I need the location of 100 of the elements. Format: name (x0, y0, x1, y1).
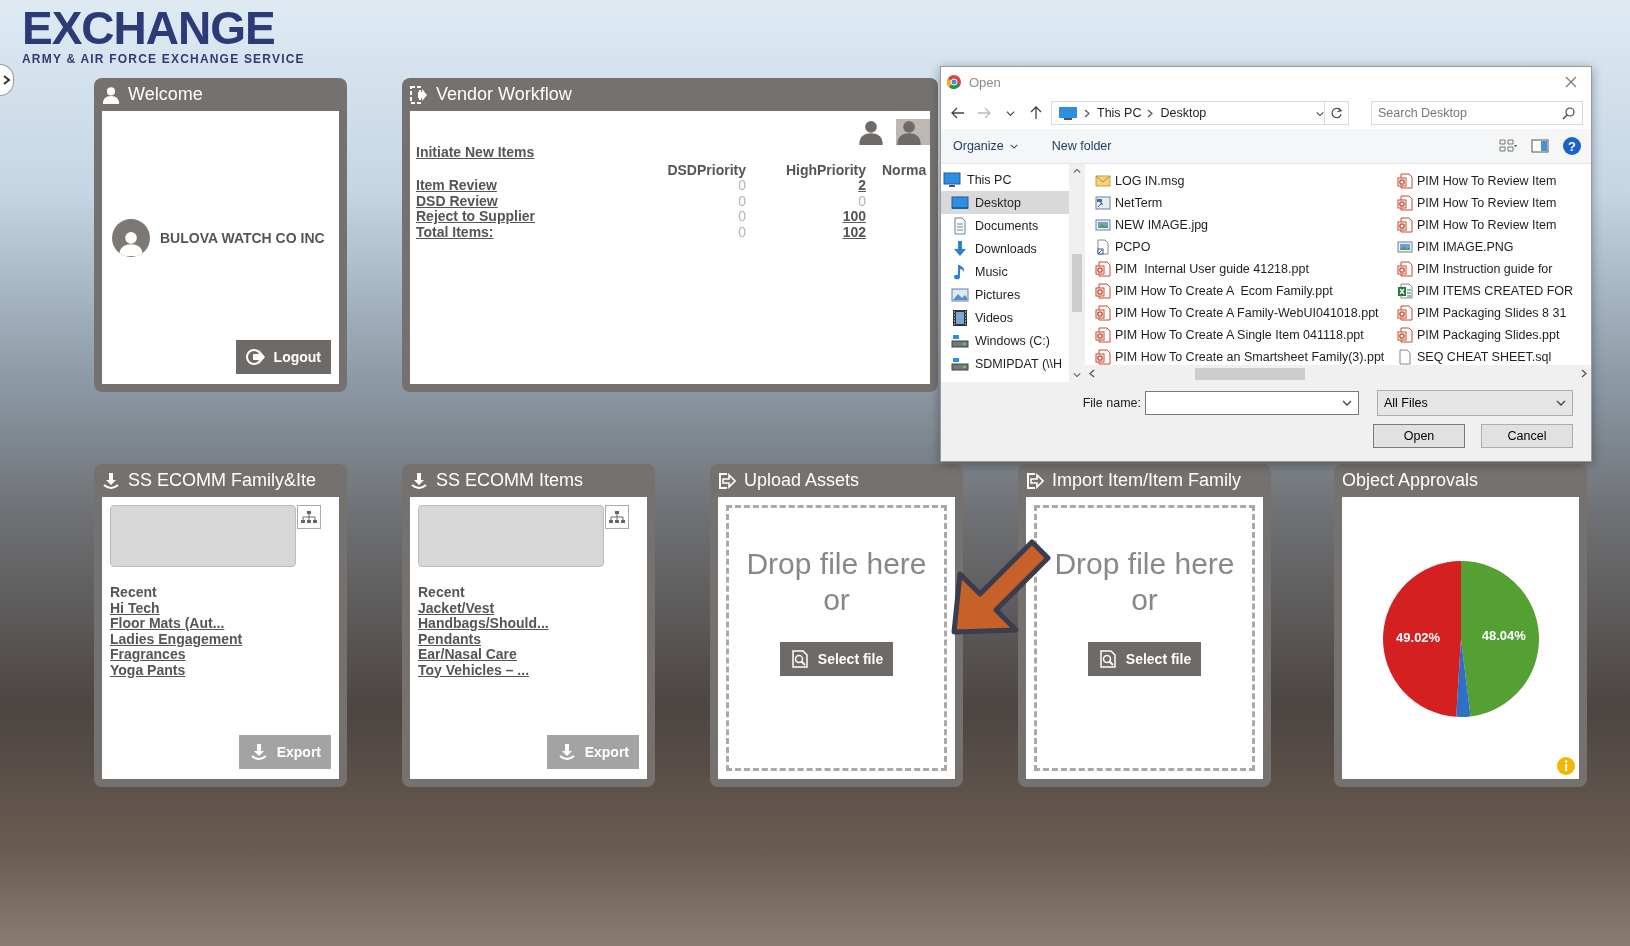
file-type-dropdown[interactable]: All Files (1377, 390, 1573, 416)
caret-icon (1316, 111, 1324, 117)
file-item[interactable]: PIM Packaging Slides.ppt (1397, 324, 1591, 346)
recent-link[interactable]: Ear/Nasal Care (418, 647, 517, 663)
shortcut-file-icon (1095, 239, 1111, 255)
hierarchy-icon (609, 510, 625, 524)
open-button[interactable]: Open (1373, 424, 1465, 448)
card-title: SS ECOMM Family&Ite (128, 470, 317, 491)
drop-text: Drop file here (746, 546, 927, 582)
browser-logo-icon (947, 75, 961, 89)
slides-file-icon (1397, 261, 1413, 277)
scroll-up-icon[interactable] (1073, 168, 1081, 174)
nav-item[interactable]: Music (941, 260, 1069, 283)
column-header: HighPriority (784, 162, 866, 178)
hierarchy-button[interactable] (297, 505, 321, 529)
nav-item[interactable]: Downloads (941, 237, 1069, 260)
nav-item[interactable]: Pictures (941, 283, 1069, 306)
breadcrumb[interactable]: This PC (1097, 106, 1142, 120)
close-icon (1565, 76, 1577, 88)
hierarchy-button[interactable] (605, 505, 629, 529)
scroll-thumb[interactable] (1072, 254, 1082, 312)
recent-link[interactable]: Toy Vehicles – ... (418, 662, 529, 678)
file-item[interactable]: PIM Internal User guide 41218.ppt (1095, 258, 1397, 280)
recent-link[interactable]: Ladies Engagement (110, 631, 243, 647)
drop-zone[interactable]: Drop file here or Select file (1034, 505, 1255, 771)
pictures-icon (951, 285, 969, 304)
initiate-new-items-link[interactable]: Initiate New Items (416, 145, 535, 161)
user-name: BULOVA WATCH CO INC (160, 230, 325, 246)
address-bar[interactable]: This PC Desktop (1051, 101, 1325, 125)
vertical-scrollbar[interactable] (1069, 164, 1085, 382)
file-item[interactable]: PIM How To Review Item (1397, 192, 1591, 214)
new-folder-button[interactable]: New folder (1049, 137, 1114, 155)
count-cell[interactable]: 2 (858, 178, 866, 194)
view-options-icon[interactable] (1499, 138, 1517, 154)
expand-toggle[interactable] (0, 64, 14, 96)
nav-item[interactable]: SDMIPDAT (\\H (941, 352, 1069, 375)
or-text: or (1131, 582, 1158, 618)
file-item[interactable]: PIM How To Create an Smartsheet Family(3).ppt (1095, 346, 1397, 365)
file-item[interactable]: LOG IN.msg (1095, 170, 1397, 192)
file-item[interactable]: NEW IMAGE.jpg (1095, 214, 1397, 236)
file-item[interactable]: PIM Packaging Slides 8 31 (1397, 302, 1591, 324)
nav-item[interactable]: This PC (941, 168, 1069, 191)
file-item[interactable]: PIM IMAGE.PNG (1397, 236, 1591, 258)
caret-icon (1342, 400, 1352, 406)
slides-file-icon (1397, 305, 1413, 321)
file-item[interactable]: PIM How To Create A Ecom Family.ppt (1095, 280, 1397, 302)
file-name-field[interactable] (1145, 391, 1359, 415)
preview-pane-icon[interactable] (1531, 138, 1549, 154)
scroll-down-icon[interactable] (1073, 372, 1081, 378)
workflow-link[interactable]: Item Review (416, 178, 497, 194)
help-button[interactable]: ? (1563, 137, 1581, 155)
count-cell[interactable]: 102 (842, 224, 866, 240)
recent-link[interactable]: Pendants (418, 631, 481, 647)
logout-button[interactable]: Logout (235, 340, 331, 374)
nav-item[interactable]: Windows (C:) (941, 329, 1069, 352)
file-item[interactable]: SEQ CHEAT SHEET.sql (1397, 346, 1591, 365)
file-item[interactable]: PIM How To Create A Single Item 041118.ppt (1095, 324, 1397, 346)
file-item[interactable]: NetTerm (1095, 192, 1397, 214)
downloads-icon (951, 239, 969, 258)
nav-item[interactable]: Documents (941, 214, 1069, 237)
workflow-icon (410, 85, 428, 104)
file-item[interactable]: PIM ITEMS CREATED FOR (1397, 280, 1591, 302)
select-file-button[interactable]: Select file (779, 642, 894, 676)
recent-link[interactable]: Yoga Pants (110, 662, 186, 678)
count-cell[interactable]: 100 (842, 209, 866, 225)
scroll-left-icon[interactable] (1089, 369, 1095, 378)
file-item[interactable]: PIM How To Create A Family-WebUI041018.ppt (1095, 302, 1397, 324)
recent-link[interactable]: Jacket/Vest (418, 600, 495, 616)
search-field[interactable]: Search Desktop (1371, 101, 1583, 125)
select-file-button[interactable]: Select file (1087, 642, 1202, 676)
recent-link[interactable]: Hi Tech (110, 600, 160, 616)
input-field[interactable] (418, 505, 604, 567)
file-item[interactable]: PIM Instruction guide for (1397, 258, 1591, 280)
nav-item[interactable]: Videos (941, 306, 1069, 329)
scroll-right-icon[interactable] (1581, 369, 1587, 378)
recent-link[interactable]: Handbags/Should... (418, 616, 549, 632)
workflow-link[interactable]: Total Items: (416, 224, 494, 240)
file-item[interactable]: PIM How To Review Item (1397, 170, 1591, 192)
organize-menu[interactable]: Organize (951, 137, 1020, 155)
file-item[interactable]: PIM How To Review Item (1397, 214, 1591, 236)
info-icon[interactable] (1557, 757, 1575, 775)
refresh-button[interactable] (1325, 101, 1349, 125)
file-item[interactable]: PCPO (1095, 236, 1397, 258)
scroll-thumb[interactable] (1195, 367, 1305, 380)
input-field[interactable] (110, 505, 296, 567)
drop-zone[interactable]: Drop file here or Select file (726, 505, 947, 771)
nav-item[interactable]: Desktop (941, 191, 1069, 214)
chevron-icon (1147, 108, 1155, 118)
workflow-link[interactable]: DSD Review (416, 193, 498, 209)
workflow-link[interactable]: Reject to Supplier (416, 209, 536, 225)
card-title: SS ECOMM Items (436, 470, 583, 491)
slice-label: 48.04% (1481, 628, 1526, 644)
user-icon (102, 85, 120, 104)
recent-link[interactable]: Fragrances (110, 647, 186, 663)
recent-link[interactable]: Floor Mats (Aut... (110, 616, 225, 632)
slides-file-icon (1095, 349, 1111, 365)
import-icon (718, 471, 736, 490)
cancel-button[interactable]: Cancel (1481, 424, 1573, 448)
count-cell-text: 0 (857, 193, 866, 209)
breadcrumb[interactable]: Desktop (1160, 106, 1207, 120)
